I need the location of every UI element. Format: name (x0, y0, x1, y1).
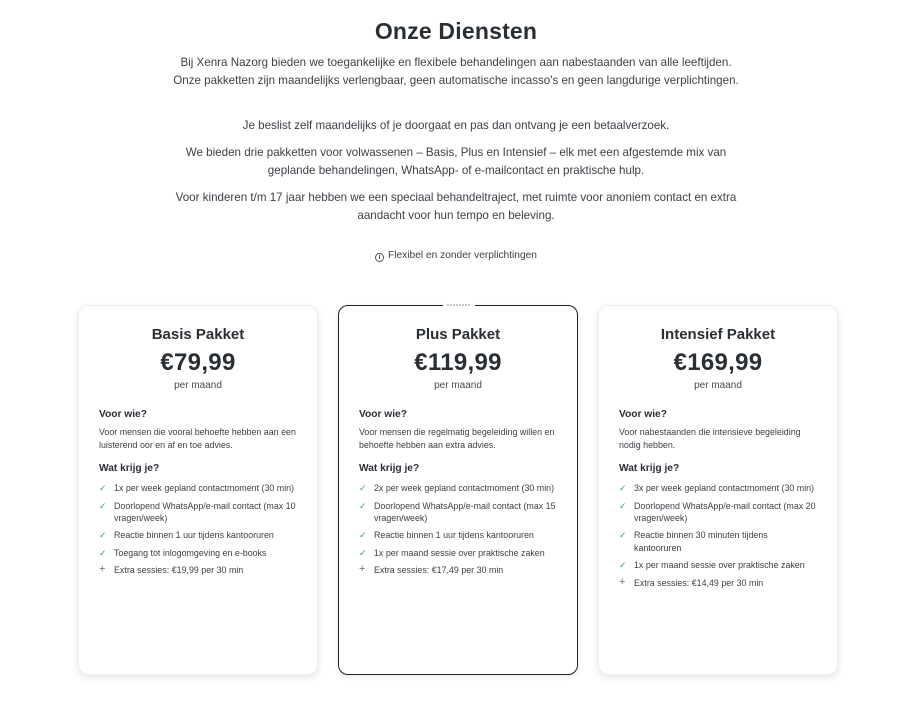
children-paragraph: Voor kinderen t/m 17 jaar hebben we een … (175, 191, 737, 222)
feature-item: ✓ Doorlopend WhatsApp/e-mail contact (max… (619, 500, 817, 524)
feature-text: Doorlopend WhatsApp/e-mail contact (max … (374, 500, 556, 523)
feature-item: ✓ Toegang tot inlogomgeving en e-books (99, 547, 297, 559)
check-icon: ✓ (619, 483, 627, 494)
feature-item: ✓ Reactie binnen 30 minuten tijdens kanto… (619, 529, 817, 553)
check-icon: ✓ (619, 500, 627, 511)
who-description: Voor mensen die regelmatig begeleiding w… (359, 427, 555, 450)
plus-icon: + (619, 575, 626, 588)
check-icon: ✓ (99, 483, 107, 494)
extra-sessions-text: Extra sessies: €17,49 per 30 min (374, 565, 504, 576)
check-icon: ✓ (99, 547, 107, 558)
feature-text: 3x per week gepland contactmoment (30 mi… (634, 483, 815, 494)
package-price: €79,99 (160, 349, 236, 376)
feature-item: ✓ Doorlopend WhatsApp/e-mail contact (max… (359, 500, 557, 524)
feature-item: ✓ 1x per week gepland contactmoment (30 m… (99, 482, 297, 494)
features-heading: Wat krijg je? (359, 463, 420, 475)
check-icon: ✓ (99, 530, 107, 541)
feature-text: Doorlopend WhatsApp/e-mail contact (max … (114, 500, 296, 523)
package-price: €169,99 (673, 349, 763, 376)
package-name: Basis Pakket (151, 326, 245, 343)
feature-item: ✓ 1x per maand sessie over praktische zak… (359, 547, 557, 559)
intro-paragraph: Bij Xenra Nazorg bieden we toegankelijke… (173, 56, 739, 87)
check-icon: ✓ (359, 530, 367, 541)
check-icon: ✓ (359, 500, 367, 511)
feature-text: 1x per week gepland contactmoment (30 mi… (114, 483, 295, 494)
feature-text: Toegang tot inlogomgeving en e-books (114, 547, 267, 558)
who-heading: Voor wie? (99, 409, 147, 420)
check-icon: ✓ (359, 483, 367, 494)
who-heading: Voor wie? (359, 409, 407, 420)
feature-item: ✓ Reactie binnen 1 uur tijdens kantoorure… (99, 529, 297, 541)
feature-item: ✓ Doorlopend WhatsApp/e-mail contact (max… (99, 500, 297, 524)
package-name: Plus Pakket (415, 326, 501, 343)
feature-item: ✓ 3x per week gepland contactmoment (30 m… (619, 482, 817, 494)
feature-item: ✓ Reactie binnen 1 uur tijdens kantoorure… (359, 529, 557, 541)
feature-text: Reactie binnen 1 uur tijdens kantooruren (114, 530, 274, 541)
who-heading: Voor wie? (619, 409, 667, 420)
flexibility-note: i Flexibel en zonder verplichtingen (0, 250, 912, 262)
feature-list: ✓ 2x per week gepland contactmoment (30 m… (359, 482, 557, 576)
packages-paragraph: We bieden drie pakketten voor volwassene… (185, 146, 727, 177)
feature-text: Doorlopend WhatsApp/e-mail contact (max … (634, 500, 816, 523)
package-name: Intensief Pakket (660, 326, 776, 343)
extra-sessions-text: Extra sessies: €19,99 per 30 min (114, 565, 244, 576)
extra-sessions-text: Extra sessies: €14,49 per 30 min (634, 577, 764, 588)
feature-text: 1x per maand sessie over praktische zake… (634, 560, 805, 571)
feature-text: 2x per week gepland contactmoment (30 mi… (374, 483, 555, 494)
price-period: per maand (694, 380, 742, 391)
package-card-basis[interactable]: Basis Pakket €79,99 per maand Voor wie? … (78, 305, 318, 675)
feature-text: Reactie binnen 30 minuten tijdens kantoo… (634, 530, 768, 553)
features-heading: Wat krijg je? (619, 463, 680, 475)
extra-sessions-item: + Extra sessies: €19,99 per 30 min (99, 563, 297, 576)
who-description: Voor mensen die vooral behoefte hebben a… (99, 427, 296, 450)
package-price: €119,99 (414, 349, 502, 376)
check-icon: ✓ (619, 560, 627, 571)
price-period: per maand (434, 380, 482, 391)
flexibility-note-text: Flexibel en zonder verplichtingen (388, 250, 537, 261)
feature-list: ✓ 1x per week gepland contactmoment (30 m… (99, 482, 297, 576)
card-badge (443, 303, 475, 308)
check-icon: ✓ (619, 530, 627, 541)
who-description: Voor nabestaanden die intensieve begelei… (619, 427, 801, 450)
info-icon: i (375, 253, 385, 262)
features-heading: Wat krijg je? (99, 463, 160, 475)
feature-item: ✓ 2x per week gepland contactmoment (30 m… (359, 482, 557, 494)
price-period: per maand (174, 380, 222, 391)
feature-text: Reactie binnen 1 uur tijdens kantooruren (374, 530, 534, 541)
package-card-plus[interactable]: Plus Pakket €119,99 per maand Voor wie? … (338, 303, 578, 675)
check-icon: ✓ (359, 547, 367, 558)
feature-item: ✓ 1x per maand sessie over praktische zak… (619, 559, 817, 571)
billing-paragraph: Je beslist zelf maandelijks of je doorga… (242, 119, 670, 132)
feature-text: 1x per maand sessie over praktische zake… (374, 547, 545, 558)
plus-icon: + (99, 563, 106, 576)
check-icon: ✓ (99, 500, 107, 511)
extra-sessions-item: + Extra sessies: €14,49 per 30 min (619, 575, 817, 589)
feature-list: ✓ 3x per week gepland contactmoment (30 m… (619, 482, 817, 589)
extra-sessions-item: + Extra sessies: €17,49 per 30 min (359, 563, 557, 576)
package-card-intensief[interactable]: Intensief Pakket €169,99 per maand Voor … (598, 305, 838, 675)
plus-icon: + (359, 563, 366, 576)
page-title: Onze Diensten (374, 18, 538, 44)
